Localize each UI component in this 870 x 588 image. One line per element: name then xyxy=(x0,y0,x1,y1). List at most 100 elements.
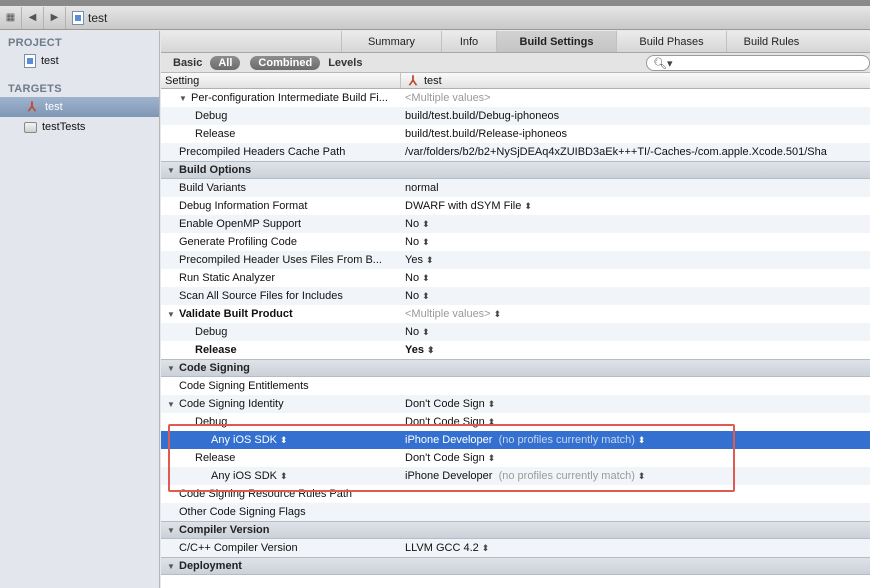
stepper-icon[interactable]: ⬍ xyxy=(280,435,288,445)
table-row[interactable]: Scan All Source Files for Includes No ⬍ xyxy=(161,287,870,305)
setting-name: Per-configuration Intermediate Build Fi.… xyxy=(191,92,388,104)
project-icon xyxy=(72,10,84,25)
disclosure-down-icon[interactable]: ▼ xyxy=(167,526,179,535)
table-row[interactable]: Precompiled Headers Cache Path /var/fold… xyxy=(161,143,870,161)
tab-info[interactable]: Info xyxy=(441,31,496,52)
setting-value: build/test.build/Debug-iphoneos xyxy=(405,110,560,122)
table-row[interactable]: Code Signing Resource Rules Path xyxy=(161,485,870,503)
stepper-icon[interactable]: ⬍ xyxy=(426,255,434,265)
table-row[interactable]: Other Code Signing Flags xyxy=(161,503,870,521)
stepper-icon[interactable]: ⬍ xyxy=(422,219,430,229)
stepper-icon[interactable]: ⬍ xyxy=(280,471,288,481)
table-row[interactable]: ▼ Code Signing Identity Don't Code Sign ⬍ xyxy=(161,395,870,413)
setting-value: No xyxy=(405,326,420,338)
basic-filter-button[interactable]: Basic xyxy=(171,57,204,69)
tab-summary[interactable]: Summary xyxy=(341,31,441,52)
setting-value: iPhone Developer xyxy=(405,434,493,446)
stepper-icon[interactable]: ⬍ xyxy=(482,543,490,553)
disclosure-down-icon[interactable]: ▼ xyxy=(179,94,191,103)
setting-name: Validate Built Product xyxy=(179,308,293,320)
build-settings-table: ▼ Per-configuration Intermediate Build Fi… xyxy=(161,89,870,588)
section-header[interactable]: ▼ Code Signing xyxy=(161,359,870,377)
setting-name: Precompiled Headers Cache Path xyxy=(179,146,346,158)
stepper-icon[interactable]: ⬍ xyxy=(422,291,430,301)
all-filter-button[interactable]: All xyxy=(210,55,241,70)
section-title: Compiler Version xyxy=(179,524,270,536)
table-row[interactable]: Code Signing Entitlements xyxy=(161,377,870,395)
table-row[interactable]: Release build/test.build/Release-iphoneo… xyxy=(161,125,870,143)
search-icon: 🔍︎▾ xyxy=(653,57,673,70)
table-row[interactable]: ▼ Per-configuration Intermediate Build Fi… xyxy=(161,89,870,107)
setting-value: DWARF with dSYM File xyxy=(405,200,522,212)
tab-build-settings[interactable]: Build Settings xyxy=(496,31,616,52)
setting-name: Build Variants xyxy=(179,182,247,194)
stepper-icon[interactable]: ⬍ xyxy=(422,237,430,247)
table-row[interactable]: Debug Information Format DWARF with dSYM… xyxy=(161,197,870,215)
disclosure-down-icon[interactable]: ▼ xyxy=(167,364,179,373)
disclosure-down-icon[interactable]: ▼ xyxy=(167,400,179,409)
stepper-icon[interactable]: ⬍ xyxy=(422,327,430,337)
setting-value: /var/folders/b2/b2+NySjDEAq4xZUIBD3aEk++… xyxy=(405,146,827,158)
breadcrumb[interactable]: test xyxy=(72,10,107,25)
setting-value: Yes xyxy=(405,344,424,356)
stepper-icon[interactable]: ⬍ xyxy=(638,435,646,445)
sidebar-item-target-testtests[interactable]: testTests xyxy=(0,117,159,137)
setting-value: Don't Code Sign xyxy=(405,452,485,464)
table-row-selected[interactable]: Any iOS SDK ⬍ iPhone Developer (no profil… xyxy=(161,431,870,449)
setting-name: Code Signing Resource Rules Path xyxy=(179,488,353,500)
setting-value: Don't Code Sign xyxy=(405,398,485,410)
section-header[interactable]: ▼ Deployment xyxy=(161,557,870,575)
table-row[interactable]: Debug No ⬍ xyxy=(161,323,870,341)
setting-name: Debug xyxy=(195,416,228,428)
sidebar-item-target-test[interactable]: ⅄ test xyxy=(0,97,159,117)
stepper-icon[interactable]: ⬍ xyxy=(638,471,646,481)
target-column-label: test xyxy=(424,74,442,87)
setting-column-header[interactable]: Setting xyxy=(161,73,401,88)
disclosure-down-icon[interactable]: ▼ xyxy=(167,562,179,571)
table-row[interactable]: ▼ Validate Built Product <Multiple values… xyxy=(161,305,870,323)
table-row[interactable]: Any iOS SDK ⬍ iPhone Developer (no profil… xyxy=(161,467,870,485)
setting-note: (no profiles currently match) xyxy=(498,470,635,482)
disclosure-down-icon[interactable]: ▼ xyxy=(167,310,179,319)
column-header: Setting ⅄ test xyxy=(161,73,870,89)
sidebar-item-project[interactable]: test xyxy=(0,51,159,71)
table-row[interactable]: Generate Profiling Code No ⬍ xyxy=(161,233,870,251)
sidebar-item-label: testTests xyxy=(42,121,86,133)
table-row[interactable]: Debug build/test.build/Debug-iphoneos xyxy=(161,107,870,125)
stepper-icon[interactable]: ⬍ xyxy=(422,273,430,283)
combined-view-button[interactable]: Combined xyxy=(250,55,321,70)
stepper-icon[interactable]: ⬍ xyxy=(488,399,496,409)
table-row[interactable]: Enable OpenMP Support No ⬍ xyxy=(161,215,870,233)
levels-view-button[interactable]: Levels xyxy=(326,57,364,69)
stepper-icon[interactable]: ⬍ xyxy=(427,345,435,355)
stepper-icon[interactable]: ⬍ xyxy=(494,309,502,319)
grid-icon[interactable]: ▦ xyxy=(0,6,22,29)
target-column-header[interactable]: ⅄ test xyxy=(401,73,442,88)
table-row[interactable]: C/C++ Compiler Version LLVM GCC 4.2 ⬍ xyxy=(161,539,870,557)
table-row[interactable]: Release Don't Code Sign ⬍ xyxy=(161,449,870,467)
setting-name: Run Static Analyzer xyxy=(179,272,275,284)
back-icon[interactable]: ◀ xyxy=(22,6,44,29)
stepper-icon[interactable]: ⬍ xyxy=(488,417,496,427)
forward-icon[interactable]: ▶ xyxy=(44,6,66,29)
tab-build-rules[interactable]: Build Rules xyxy=(726,31,816,52)
search-input[interactable]: 🔍︎▾ xyxy=(646,55,870,71)
table-row[interactable]: Run Static Analyzer No ⬍ xyxy=(161,269,870,287)
setting-name: Precompiled Header Uses Files From B... xyxy=(179,254,382,266)
section-header[interactable]: ▼ Build Options xyxy=(161,161,870,179)
targets-section-header: TARGETS xyxy=(8,83,62,95)
jump-bar: ▦ ◀ ▶ test xyxy=(0,6,870,30)
table-row[interactable]: Release Yes ⬍ xyxy=(161,341,870,359)
setting-name: Enable OpenMP Support xyxy=(179,218,302,230)
table-row[interactable]: Debug Don't Code Sign ⬍ xyxy=(161,413,870,431)
tab-build-phases[interactable]: Build Phases xyxy=(616,31,726,52)
setting-value: No xyxy=(405,290,420,302)
section-header[interactable]: ▼ Compiler Version xyxy=(161,521,870,539)
stepper-icon[interactable]: ⬍ xyxy=(524,201,532,211)
disclosure-down-icon[interactable]: ▼ xyxy=(167,166,179,175)
table-row[interactable]: Precompiled Header Uses Files From B... … xyxy=(161,251,870,269)
setting-value: normal xyxy=(405,182,439,194)
table-row[interactable]: Build Variants normal xyxy=(161,179,870,197)
stepper-icon[interactable]: ⬍ xyxy=(488,453,496,463)
setting-name: Release xyxy=(195,128,236,140)
